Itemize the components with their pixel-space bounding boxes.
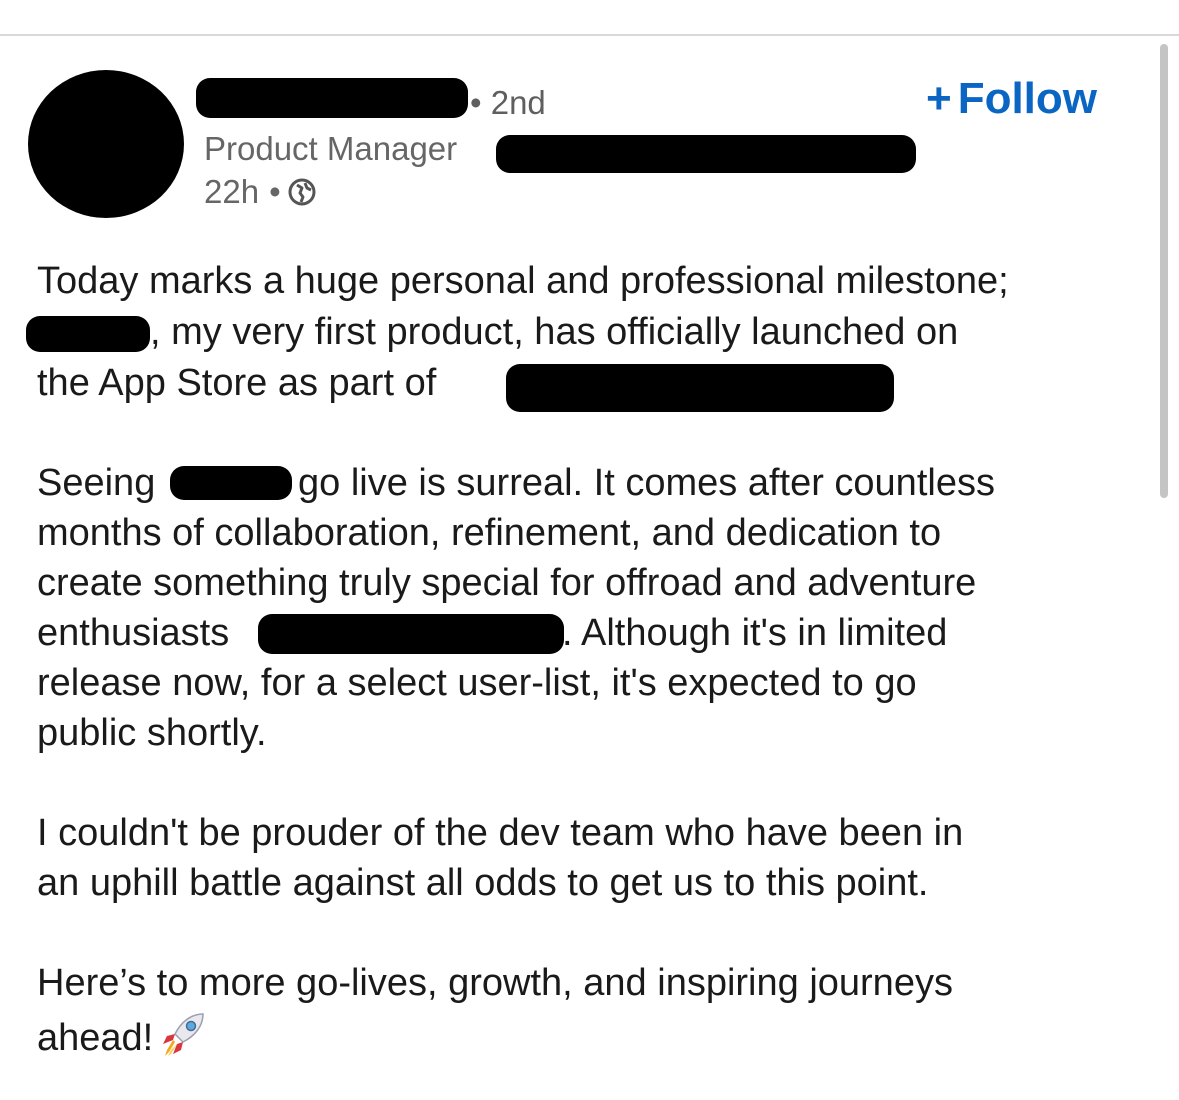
redacted-product-name — [26, 316, 150, 352]
post-text-line: Here’s to more go-lives, growth, and ins… — [37, 962, 953, 1004]
redacted-text — [258, 614, 564, 654]
post-text-line: Seeing — [37, 462, 156, 504]
headline-text: Product Manager — [204, 130, 458, 167]
post-text-line-last: ahead! — [37, 1008, 211, 1063]
post-text-line: I couldn't be prouder of the dev team wh… — [37, 812, 964, 854]
author-headline: Product Manager — [204, 130, 457, 168]
follow-button[interactable]: + Follow — [926, 74, 1097, 124]
follow-label: Follow — [957, 74, 1098, 123]
plus-icon: + — [926, 74, 952, 123]
redacted-product-name — [170, 466, 292, 500]
redacted-headline-company — [496, 135, 916, 173]
post-text-line: an uphill battle against all odds to get… — [37, 862, 929, 904]
post-text-line: months of collaboration, refinement, and… — [37, 512, 942, 554]
post-text-line: Today marks a huge personal and professi… — [37, 260, 1009, 302]
post-text-line: create something truly special for offro… — [37, 562, 977, 604]
post-text-line: public shortly. — [37, 712, 267, 754]
author-avatar[interactable] — [28, 70, 184, 218]
post-text-line: the App Store as part of — [37, 362, 437, 404]
post-text-line: release now, for a select user-list, it'… — [37, 662, 917, 704]
post-text: ahead! — [37, 1017, 154, 1059]
connection-degree: • 2nd — [470, 84, 546, 121]
post-text-line: go live is surreal. It comes after count… — [298, 462, 995, 504]
rocket-icon — [159, 1008, 211, 1060]
redacted-company-name — [506, 364, 894, 412]
scrollbar[interactable] — [1160, 44, 1168, 498]
post-time: 22h — [204, 173, 260, 210]
post-text-line: . Although it's in limited — [562, 612, 948, 654]
globe-icon — [287, 177, 317, 207]
meta-separator: • — [269, 173, 281, 210]
redacted-author-name[interactable] — [196, 78, 468, 118]
post-meta: 22h • — [204, 173, 317, 211]
top-divider — [0, 34, 1179, 36]
post-text-line: enthusiasts — [37, 612, 230, 654]
post-text-line: , my very first product, has officially … — [150, 311, 959, 353]
